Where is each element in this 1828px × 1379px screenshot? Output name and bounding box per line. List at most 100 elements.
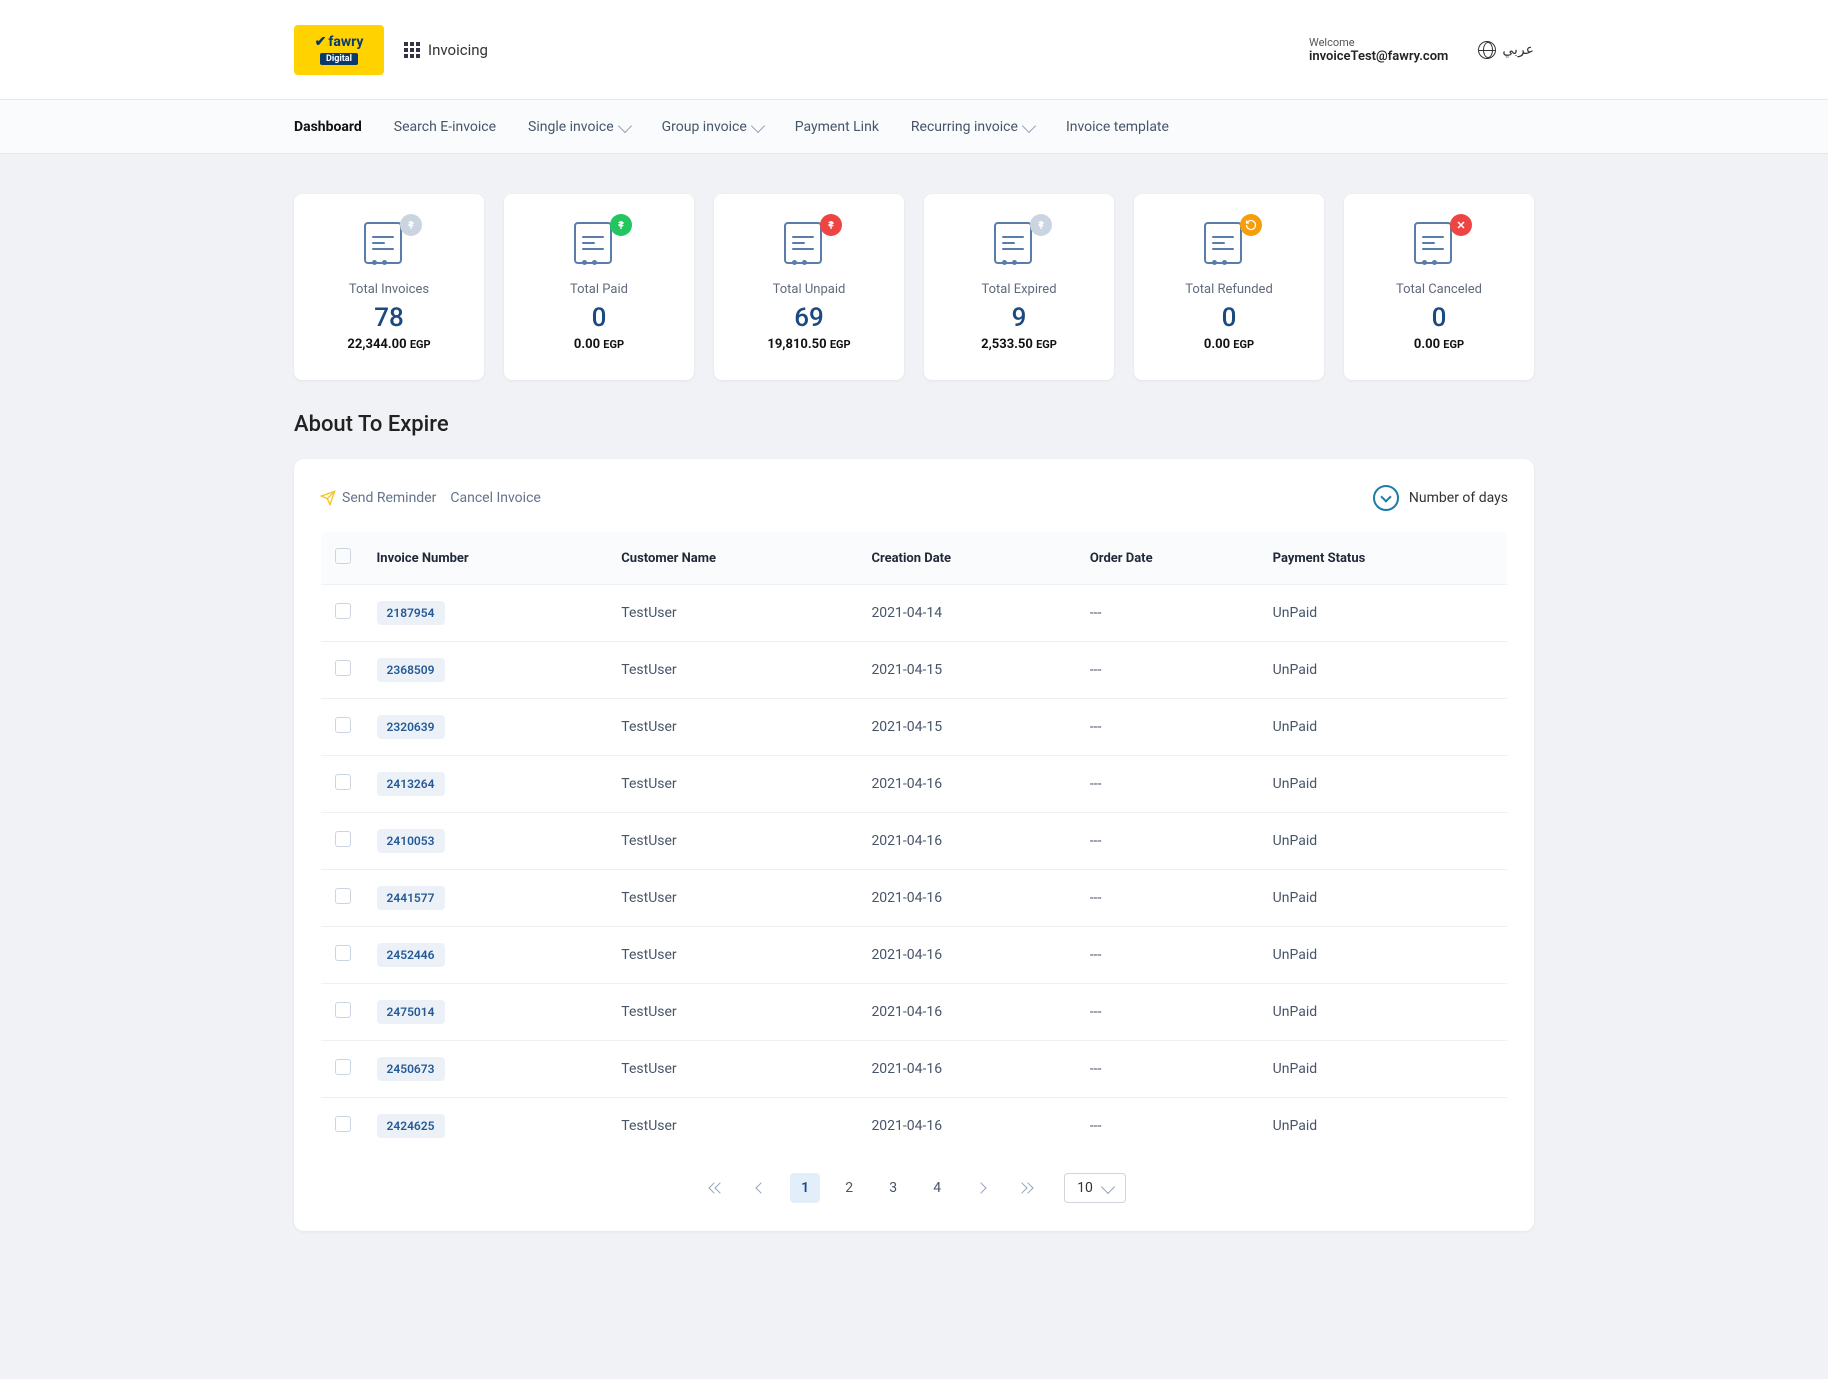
creation-date: 2021-04-14 [859,585,1077,642]
nav-item-invoice-template[interactable]: Invoice template [1066,113,1169,141]
customer-name: TestUser [609,927,859,984]
invoice-number-link[interactable]: 2413264 [377,772,445,796]
cancel-invoice-button[interactable]: Cancel Invoice [450,490,540,506]
col-order-date: Order Date [1078,532,1261,585]
nav-item-group-invoice[interactable]: Group invoice [662,113,763,141]
payment-status: UnPaid [1261,813,1508,870]
row-checkbox[interactable] [335,888,351,904]
stat-card-total-canceled[interactable]: Total Canceled00.00 EGP [1344,194,1534,380]
invoice-doc-icon [574,220,624,264]
card-count: 9 [1012,303,1027,333]
card-title: Total Unpaid [773,282,846,297]
invoice-number-link[interactable]: 2424625 [377,1114,445,1138]
invoice-number-link[interactable]: 2441577 [377,886,445,910]
card-amount: 22,344.00 EGP [347,337,430,352]
customer-name: TestUser [609,642,859,699]
gray-dollar-badge-icon [1030,214,1052,236]
payment-status: UnPaid [1261,870,1508,927]
row-checkbox[interactable] [335,945,351,961]
nav-item-payment-link[interactable]: Payment Link [795,113,879,141]
page-4-button[interactable]: 4 [922,1173,952,1203]
order-date: --- [1078,642,1261,699]
creation-date: 2021-04-16 [859,1098,1077,1155]
chevron-down-icon [751,118,765,132]
page-3-button[interactable]: 3 [878,1173,908,1203]
nav-item-recurring-invoice[interactable]: Recurring invoice [911,113,1034,141]
col-invoice-number: Invoice Number [365,532,610,585]
row-checkbox[interactable] [335,1059,351,1075]
row-checkbox[interactable] [335,831,351,847]
topbar: ✔fawry Digital Invoicing Welcome invoice… [0,0,1828,100]
invoice-doc-icon [1204,220,1254,264]
nav-item-dashboard[interactable]: Dashboard [294,113,362,141]
customer-name: TestUser [609,756,859,813]
invoice-number-link[interactable]: 2320639 [377,715,445,739]
order-date: --- [1078,813,1261,870]
table-row: 2475014TestUser2021-04-16---UnPaid [321,984,1508,1041]
stat-card-total-paid[interactable]: Total Paid00.00 EGP [504,194,694,380]
creation-date: 2021-04-16 [859,927,1077,984]
number-of-days-toggle[interactable]: Number of days [1373,485,1508,511]
card-amount: 0.00 EGP [574,337,624,352]
stat-card-total-invoices[interactable]: Total Invoices7822,344.00 EGP [294,194,484,380]
row-checkbox[interactable] [335,774,351,790]
row-checkbox[interactable] [335,660,351,676]
card-count: 0 [1222,303,1237,333]
creation-date: 2021-04-16 [859,756,1077,813]
globe-icon [1478,41,1496,59]
user-email: invoiceTest@fawry.com [1309,49,1448,64]
pagination: 1234 10 [320,1173,1508,1203]
row-checkbox[interactable] [335,603,351,619]
col-customer-name: Customer Name [609,532,859,585]
order-date: --- [1078,756,1261,813]
invoice-number-link[interactable]: 2452446 [377,943,445,967]
stat-card-total-refunded[interactable]: Total Refunded00.00 EGP [1134,194,1324,380]
nav-item-single-invoice[interactable]: Single invoice [528,113,630,141]
send-reminder-button[interactable]: Send Reminder [320,490,436,506]
order-date: --- [1078,984,1261,1041]
red-dollar-badge-icon [820,214,842,236]
page-1-button[interactable]: 1 [790,1173,820,1203]
creation-date: 2021-04-16 [859,984,1077,1041]
brand-logo[interactable]: ✔fawry Digital [294,25,384,75]
invoice-number-link[interactable]: 2368509 [377,658,445,682]
card-count: 0 [1432,303,1447,333]
order-date: --- [1078,699,1261,756]
table-row: 2450673TestUser2021-04-16---UnPaid [321,1041,1508,1098]
col-creation-date: Creation Date [859,532,1077,585]
stat-card-total-unpaid[interactable]: Total Unpaid6919,810.50 EGP [714,194,904,380]
navbar: Dashboard Search E-invoice Single invoice G… [0,100,1828,154]
table-row: 2413264 TestUser2021-04-16---UnPaid [321,756,1508,813]
invoice-number-link[interactable]: 2187954 [377,601,445,625]
creation-date: 2021-04-16 [859,1041,1077,1098]
card-title: Total Canceled [1396,282,1482,297]
page-2-button[interactable]: 2 [834,1173,864,1203]
language-switcher[interactable]: عربي [1478,41,1534,59]
card-title: Total Expired [981,282,1056,297]
order-date: --- [1078,585,1261,642]
page-next-button[interactable] [966,1173,996,1203]
chevron-down-icon [1101,1180,1115,1194]
order-date: --- [1078,927,1261,984]
invoice-number-link[interactable]: 2410053 [377,829,445,853]
stat-card-total-expired[interactable]: Total Expired92,533.50 EGP [924,194,1114,380]
payment-status: UnPaid [1261,642,1508,699]
order-date: --- [1078,1041,1261,1098]
page-size-select[interactable]: 10 [1064,1173,1126,1203]
page-last-button[interactable] [1010,1173,1040,1203]
invoice-number-link[interactable]: 2450673 [377,1057,445,1081]
payment-status: UnPaid [1261,756,1508,813]
row-checkbox[interactable] [335,1116,351,1132]
row-checkbox[interactable] [335,717,351,733]
chevron-down-icon [618,118,632,132]
card-title: Total Paid [570,282,628,297]
page-first-button[interactable] [702,1173,732,1203]
select-all-checkbox[interactable] [335,548,351,564]
page-prev-button[interactable] [746,1173,776,1203]
nav-item-search-e-invoice[interactable]: Search E-invoice [394,113,496,141]
table-row: 2424625TestUser2021-04-16---UnPaid [321,1098,1508,1155]
row-checkbox[interactable] [335,1002,351,1018]
app-switcher[interactable]: Invoicing [404,41,488,59]
invoice-number-link[interactable]: 2475014 [377,1000,445,1024]
invoices-table: Invoice NumberCustomer NameCreation Date… [320,531,1508,1155]
